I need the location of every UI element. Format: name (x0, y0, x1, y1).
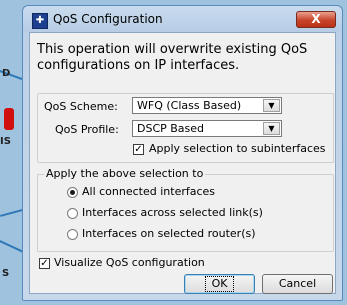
apply-subinterfaces-label[interactable]: Apply selection to subinterfaces (149, 142, 326, 155)
close-button[interactable]: X (296, 11, 336, 28)
radio-selected-links-label[interactable]: Interfaces across selected link(s) (82, 206, 263, 219)
qos-scheme-select[interactable]: WFQ (Class Based) ▼ (132, 97, 282, 114)
qos-configuration-dialog: ✚ QoS Configuration X This operation wil… (22, 5, 343, 301)
map-label: S (2, 268, 10, 279)
qos-profile-value: DSCP Based (137, 122, 205, 135)
qos-profile-label: QoS Profile: (55, 123, 119, 136)
cancel-button[interactable]: Cancel (262, 274, 333, 294)
cancel-button-label: Cancel (278, 277, 317, 290)
visualize-qos-checkbox[interactable]: ✓ (39, 258, 50, 269)
dialog-titlebar[interactable]: ✚ QoS Configuration X (23, 6, 342, 32)
app-icon: ✚ (32, 13, 48, 29)
qos-selection-group: QoS Scheme: WFQ (Class Based) ▼ QoS Prof… (37, 93, 334, 163)
qos-scheme-label: QoS Scheme: (44, 100, 118, 113)
visualize-qos-label[interactable]: Visualize QoS configuration (54, 256, 205, 269)
apply-subinterfaces-checkbox[interactable]: ✓ (133, 144, 144, 155)
apply-scope-group: Apply the above selection to All connect… (37, 167, 334, 252)
ok-button-label: OK (204, 276, 235, 292)
radio-all-connected[interactable] (67, 187, 78, 198)
apply-scope-title: Apply the above selection to (44, 167, 206, 180)
qos-scheme-value: WFQ (Class Based) (137, 99, 242, 112)
chevron-down-icon[interactable]: ▼ (263, 122, 280, 135)
radio-selected-links[interactable] (67, 208, 78, 219)
close-icon: X (311, 12, 321, 26)
radio-selected-routers-label[interactable]: Interfaces on selected router(s) (82, 227, 256, 240)
ok-button[interactable]: OK (184, 274, 255, 294)
warning-message: This operation will overwrite existing Q… (37, 42, 308, 73)
dialog-body: This operation will overwrite existing Q… (29, 32, 336, 294)
map-node-marker (4, 108, 14, 130)
map-label: D (2, 68, 11, 79)
radio-selected-routers[interactable] (67, 229, 78, 240)
radio-all-connected-label[interactable]: All connected interfaces (82, 185, 215, 198)
chevron-down-icon[interactable]: ▼ (263, 99, 280, 112)
dialog-title: QoS Configuration (53, 12, 163, 26)
qos-profile-select[interactable]: DSCP Based ▼ (132, 120, 282, 137)
map-label: IS (0, 136, 11, 147)
